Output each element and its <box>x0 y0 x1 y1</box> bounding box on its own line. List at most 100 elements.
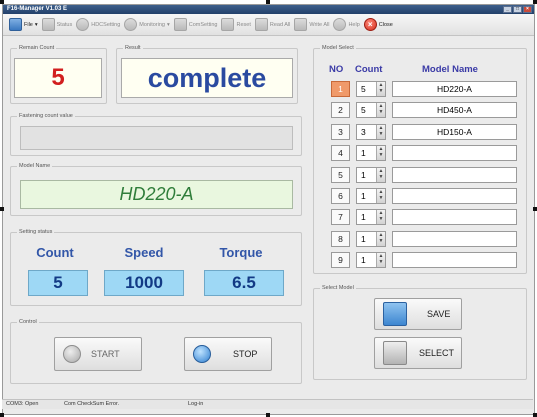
count-stepper[interactable]: 5 ▲ ▼ <box>356 102 386 119</box>
toolbar-close[interactable]: × Close <box>363 18 393 31</box>
model-name-field[interactable] <box>392 188 517 204</box>
save-button[interactable]: SAVE <box>374 298 462 330</box>
spin-arrows-icon[interactable]: ▲ ▼ <box>376 189 385 203</box>
count-stepper[interactable]: 1 ▲ ▼ <box>356 188 386 204</box>
model-name-field[interactable]: HD450-A <box>392 102 517 119</box>
count-stepper[interactable]: 3 ▲ ▼ <box>356 123 386 140</box>
model-name-field[interactable]: HD220-A <box>392 81 517 97</box>
count-stepper-value: 1 <box>361 233 366 244</box>
row-number-button[interactable]: 5 <box>331 166 350 183</box>
toolbar-comsetting[interactable]: ComSetting <box>173 18 217 31</box>
checksum-status: Com CheckSum Error. <box>64 401 120 407</box>
spin-arrows-icon[interactable]: ▲ ▼ <box>376 210 385 225</box>
minimize-button[interactable]: _ <box>503 6 512 13</box>
toolbar-help[interactable]: Help <box>333 18 360 31</box>
row-number-button[interactable]: 3 <box>331 123 350 140</box>
model-row-5: 5 1 ▲ ▼ <box>331 166 517 183</box>
count-stepper-value: 5 <box>361 84 366 94</box>
toolbar-monitoring[interactable]: Monitoring ▾ <box>124 18 170 31</box>
resize-handle[interactable] <box>0 413 4 417</box>
count-heading: Count <box>36 245 74 260</box>
spin-arrows-icon[interactable]: ▲ ▼ <box>376 167 385 182</box>
monitor-icon <box>124 18 138 31</box>
maximize-button[interactable]: □ <box>513 6 522 13</box>
toolbar-write-all[interactable]: Write All <box>294 18 329 31</box>
model-row-2: 2 5 ▲ ▼ HD450-A <box>331 102 517 119</box>
spin-arrows-icon[interactable]: ▲ ▼ <box>376 231 385 246</box>
count-stepper-value: 1 <box>361 191 366 201</box>
fastening-label: Fastening count value <box>17 112 75 120</box>
row-number-button[interactable]: 1 <box>331 81 350 97</box>
result-value: complete <box>121 58 293 98</box>
model-row-3: 3 3 ▲ ▼ HD150-A <box>331 123 517 140</box>
model-name-field[interactable] <box>392 230 517 247</box>
download-icon <box>294 18 308 31</box>
window-close-button[interactable]: × <box>523 6 532 13</box>
port-status: COM3: Open <box>6 401 39 407</box>
toolbar-hdcsetting[interactable]: HDCSetting <box>76 18 120 31</box>
count-stepper-value: 1 <box>361 212 366 223</box>
speed-heading: Speed <box>124 245 164 260</box>
model-name-field[interactable] <box>392 252 517 269</box>
start-icon <box>63 345 81 363</box>
spin-arrows-icon[interactable]: ▲ ▼ <box>376 103 385 118</box>
row-number-button[interactable]: 9 <box>331 252 350 269</box>
model-select-label: Model Select <box>320 44 356 52</box>
select-model-label: Select Model <box>320 284 356 292</box>
count-stepper[interactable]: 5 ▲ ▼ <box>356 81 386 97</box>
spin-arrows-icon[interactable]: ▲ ▼ <box>376 253 385 268</box>
remain-count-label: Remain Count <box>17 44 57 52</box>
setting-status-label: Setting status <box>17 228 55 236</box>
model-name-column-header: Model Name <box>422 64 478 75</box>
toolbar-status[interactable]: Status <box>41 18 72 31</box>
toolbar-read-all[interactable]: Read All <box>254 18 290 31</box>
control-label: Control <box>17 318 39 326</box>
model-name-field[interactable] <box>392 145 517 162</box>
result-label: Result <box>123 44 143 52</box>
count-stepper[interactable]: 1 ▲ ▼ <box>356 166 386 183</box>
count-stepper[interactable]: 1 ▲ ▼ <box>356 230 386 247</box>
row-number-button[interactable]: 8 <box>331 230 350 247</box>
toolbar-reset[interactable]: Reset <box>221 18 251 31</box>
start-button[interactable]: START <box>54 337 142 371</box>
row-number-button[interactable]: 4 <box>331 145 350 162</box>
home-icon <box>41 18 55 31</box>
resize-handle[interactable] <box>266 413 270 417</box>
count-stepper[interactable]: 1 ▲ ▼ <box>356 145 386 162</box>
resize-handle[interactable] <box>533 413 537 417</box>
torque-heading: Torque <box>219 245 263 260</box>
plug-icon <box>173 18 187 31</box>
toolbar: File ▾ Status HDCSetting Monitoring ▾ ComS… <box>3 14 534 36</box>
toolbar-file[interactable]: File ▾ <box>9 18 38 31</box>
resize-handle[interactable] <box>533 0 537 4</box>
model-name-field[interactable] <box>392 166 517 183</box>
fastening-count-field <box>20 126 293 150</box>
resize-handle[interactable] <box>0 207 4 211</box>
resize-handle[interactable] <box>0 0 4 4</box>
select-button[interactable]: SELECT <box>374 337 462 369</box>
stop-icon <box>193 345 211 363</box>
count-stepper[interactable]: 1 ▲ ▼ <box>356 252 386 269</box>
model-name-field[interactable]: HD150-A <box>392 123 517 140</box>
row-number-button[interactable]: 2 <box>331 102 350 119</box>
row-number-button[interactable]: 7 <box>331 209 350 226</box>
status-bar: COM3: Open Com CheckSum Error. Log-in <box>2 399 533 409</box>
reset-icon <box>221 18 235 31</box>
resize-handle[interactable] <box>266 0 270 4</box>
stop-button[interactable]: STOP <box>184 337 272 371</box>
count-stepper[interactable]: 1 ▲ ▼ <box>356 209 386 226</box>
speed-value: 1000 <box>104 270 184 296</box>
model-row-6: 6 1 ▲ ▼ <box>331 188 517 204</box>
spin-arrows-icon[interactable]: ▲ ▼ <box>376 124 385 139</box>
spin-arrows-icon[interactable]: ▲ ▼ <box>376 146 385 161</box>
file-icon <box>9 18 22 31</box>
window-title: F16-Manager V1.03 E <box>7 6 68 12</box>
no-column-header: NO <box>329 64 344 75</box>
model-name-field[interactable] <box>392 209 517 226</box>
spin-arrows-icon[interactable]: ▲ ▼ <box>376 82 385 96</box>
model-name-value: HD220-A <box>20 180 293 209</box>
row-number-button[interactable]: 6 <box>331 188 350 204</box>
resize-handle[interactable] <box>533 207 537 211</box>
model-name-label: Model Name <box>17 162 53 170</box>
window-controls: _ □ × <box>503 6 532 13</box>
